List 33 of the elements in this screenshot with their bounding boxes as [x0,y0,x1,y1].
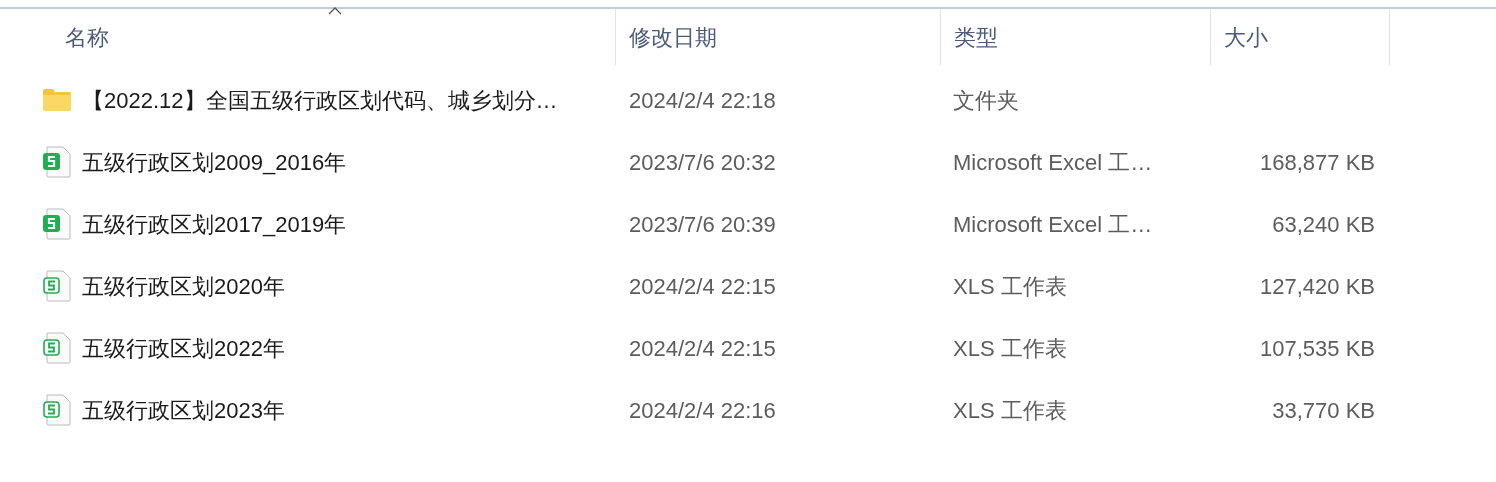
spreadsheet-file-icon [42,208,72,240]
modified-date: 2024/2/4 22:15 [629,273,776,299]
file-size: 63,240 KB [1272,210,1375,239]
file-type: 文件夹 [953,87,1019,113]
modified-date: 2024/2/4 22:15 [629,335,776,361]
column-header[interactable]: 大小 [1224,20,1268,54]
spreadsheet-file-icon [42,394,72,426]
folder-icon [42,88,72,112]
spreadsheet-file-icon [42,332,72,364]
file-type: XLS 工作表 [953,397,1067,423]
file-name[interactable]: 五级行政区划2009_2016年 [82,145,347,179]
column-header[interactable]: 修改日期 [629,20,717,54]
modified-date: 2024/2/4 22:18 [629,87,776,113]
file-name[interactable]: 五级行政区划2020年 [82,269,285,303]
file-type: XLS 工作表 [953,273,1067,299]
modified-date: 2023/7/6 20:32 [629,149,776,175]
file-name[interactable]: 五级行政区划2023年 [82,393,285,427]
file-name[interactable]: 五级行政区划2017_2019年 [82,207,347,241]
spreadsheet-file-icon [42,270,72,302]
column-header[interactable]: 类型 [954,20,998,54]
file-type: Microsoft Excel 工… [953,211,1153,237]
spreadsheet-file-icon [42,146,72,178]
column-header[interactable]: 名称 [65,20,109,54]
file-type: XLS 工作表 [953,335,1067,361]
file-size: 168,877 KB [1260,148,1375,177]
modified-date: 2024/2/4 22:16 [629,397,776,423]
modified-date: 2023/7/6 20:39 [629,211,776,237]
file-type: Microsoft Excel 工… [953,149,1153,175]
file-size: 107,535 KB [1260,334,1375,363]
file-size: 33,770 KB [1272,396,1375,425]
file-name[interactable]: 【2022.12】全国五级行政区划代码、城乡划分… [82,83,558,117]
file-name[interactable]: 五级行政区划2022年 [82,331,285,365]
file-size: 127,420 KB [1260,272,1375,301]
